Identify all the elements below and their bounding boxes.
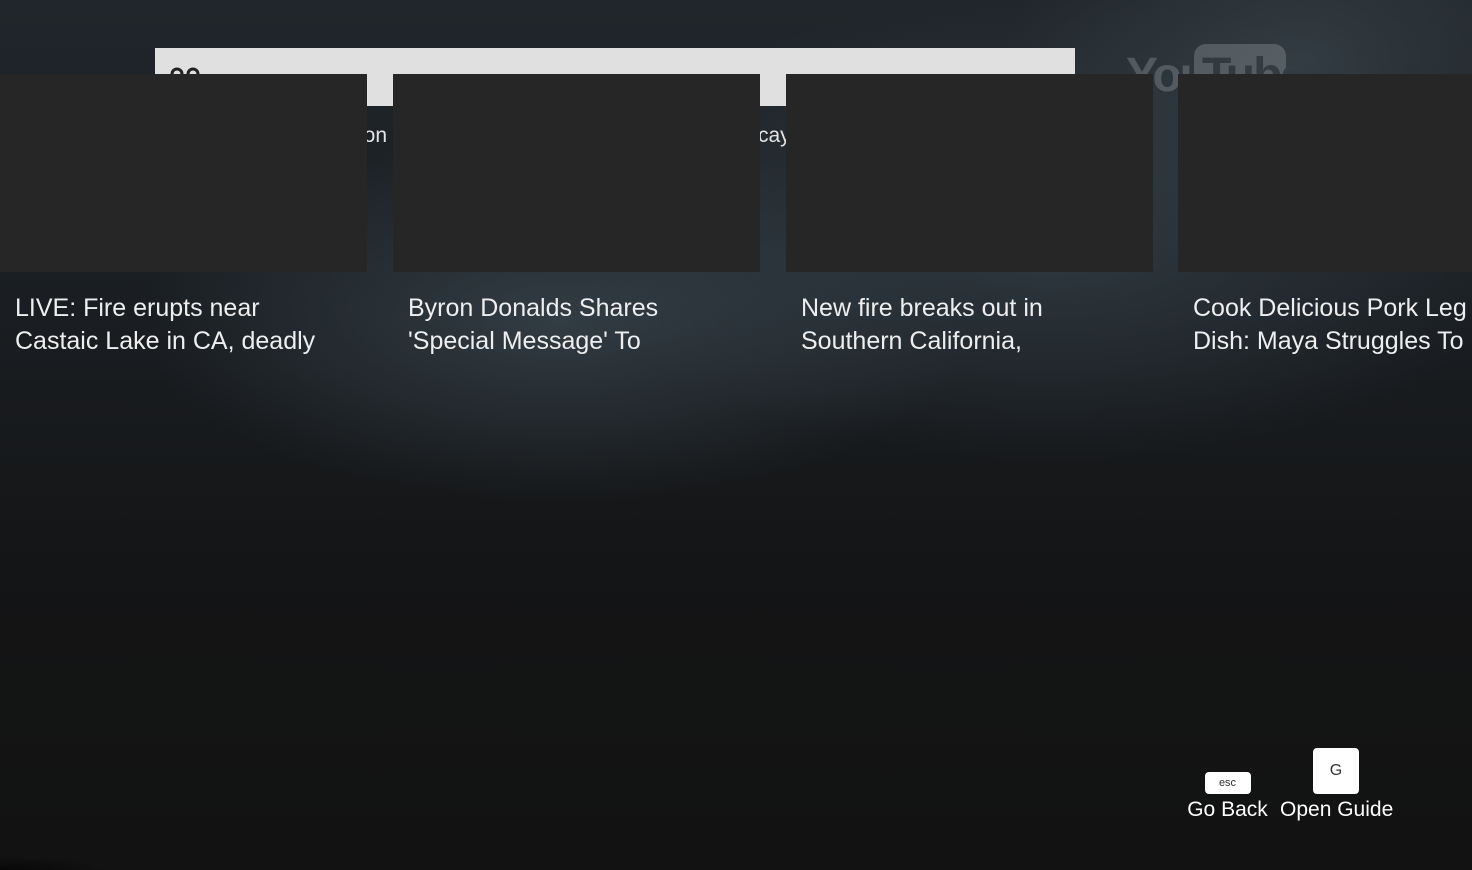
video-title: Cook Delicious Pork Leg Dish: Maya Strug…	[1193, 292, 1472, 358]
video-title-line: Dish: Maya Struggles To	[1193, 327, 1464, 355]
video-card[interactable]: Byron Donalds Shares 'Special Message' T…	[393, 74, 760, 358]
video-thumbnail[interactable]	[1178, 74, 1472, 272]
video-thumbnail[interactable]	[393, 74, 760, 272]
video-title-line: Cook Delicious Pork Leg	[1193, 294, 1467, 322]
go-back-label: Go Back	[1187, 798, 1268, 821]
corner-shadow	[0, 856, 110, 870]
video-title-line: Southern California,	[801, 327, 1022, 355]
video-card[interactable]: LIVE: Fire erupts near Castaic Lake in C…	[0, 74, 367, 358]
video-card[interactable]: New fire breaks out in Southern Californ…	[786, 74, 1153, 358]
video-title-line: Castaic Lake in CA, deadly	[15, 327, 316, 355]
video-thumbnail[interactable]	[0, 74, 367, 272]
video-title-line: LIVE: Fire erupts near	[15, 294, 260, 322]
video-title: LIVE: Fire erupts near Castaic Lake in C…	[15, 292, 367, 358]
video-thumbnail[interactable]	[786, 74, 1153, 272]
go-back-hint[interactable]: esc Go Back	[1180, 748, 1275, 822]
video-title: New fire breaks out in Southern Californ…	[801, 292, 1153, 358]
video-title: Byron Donalds Shares 'Special Message' T…	[408, 292, 760, 358]
open-guide-label: Open Guide	[1280, 798, 1394, 821]
video-title-line: Byron Donalds Shares	[408, 294, 659, 322]
esc-key-icon: esc	[1204, 772, 1251, 794]
video-row: LIVE: Fire erupts near Castaic Lake in C…	[0, 74, 1472, 374]
video-title-line: 'Special Message' To	[408, 327, 641, 355]
g-key-icon: G	[1313, 748, 1359, 794]
video-card[interactable]: Cook Delicious Pork Leg Dish: Maya Strug…	[1178, 74, 1472, 358]
open-guide-hint[interactable]: G Open Guide	[1280, 748, 1394, 822]
video-title-line: New fire breaks out in	[801, 294, 1043, 322]
